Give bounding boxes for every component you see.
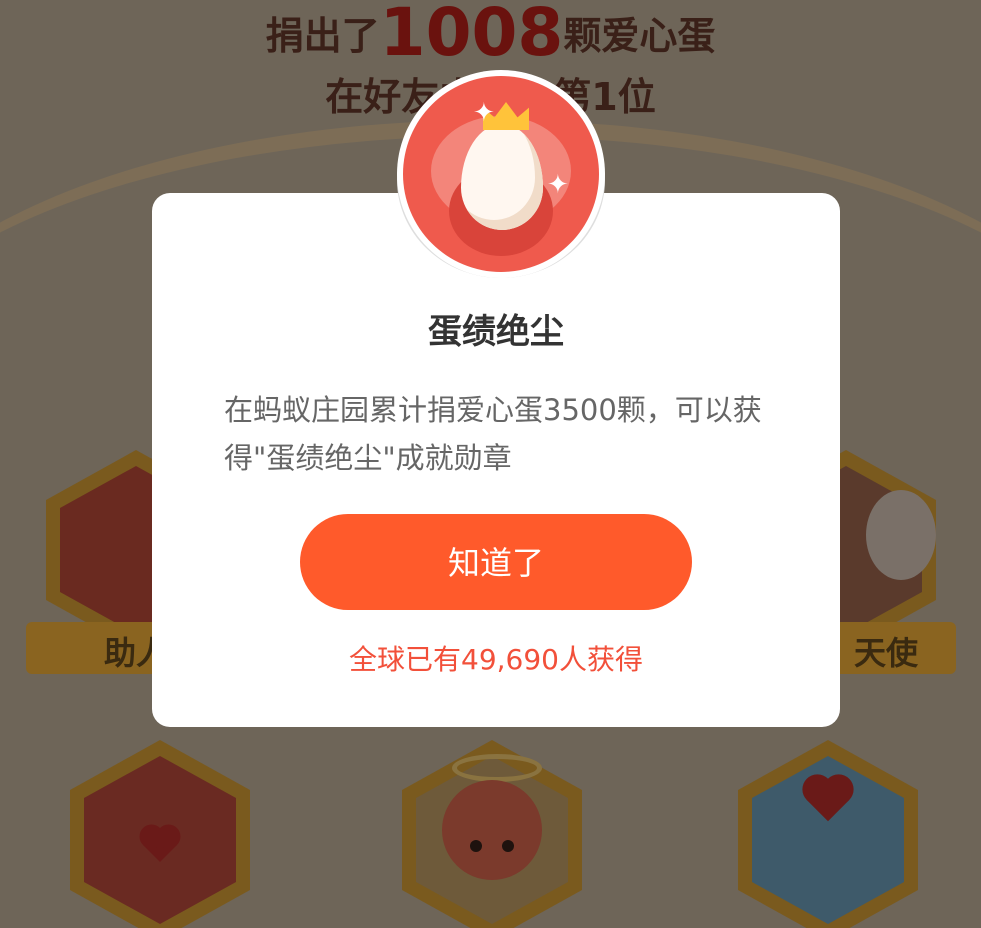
earned-count-text: 全球已有49,690人获得: [349, 643, 643, 676]
acknowledge-button[interactable]: 知道了: [300, 514, 692, 610]
sparkle-icon: ✦: [473, 98, 495, 128]
egg-crown-medal-icon: ✦ ✦: [403, 76, 599, 272]
sparkle-icon: ✦: [547, 170, 569, 200]
screen: 捐出了1008颗爱心蛋 在好友中排名第1位 助人 天使: [0, 0, 981, 928]
achievement-medal: ✦ ✦: [397, 70, 607, 280]
modal-title: 蛋绩绝尘: [428, 312, 564, 352]
modal-description: 在蚂蚁庄园累计捐爱心蛋3500颗，可以获得"蛋绩绝尘"成就勋章: [224, 393, 762, 475]
